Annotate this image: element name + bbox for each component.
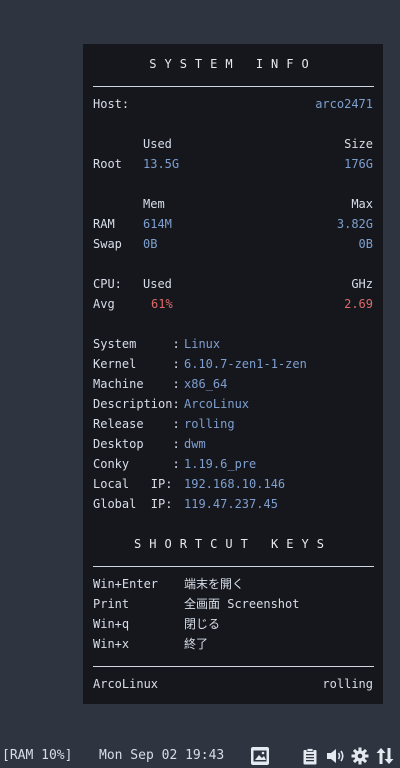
- info-value-local-ip: 192.168.10.146: [184, 477, 286, 491]
- network-icon[interactable]: [375, 747, 395, 765]
- shortcut-key: Win+x: [93, 637, 130, 651]
- info-value-description: ArcoLinux: [184, 397, 250, 411]
- root-label: Root: [93, 157, 122, 171]
- info-value-release: rolling: [184, 417, 235, 431]
- shortcut-action: 閉じる: [184, 617, 221, 631]
- shortcut-action: 全画面 Screenshot: [184, 597, 300, 611]
- clock[interactable]: Mon Sep 02 19:43: [99, 748, 224, 764]
- footer-distro: ArcoLinux: [93, 677, 159, 691]
- info-label-desktop: Desktop :: [93, 437, 180, 451]
- root-used: 13.5G: [143, 157, 180, 171]
- cpu-ghz-header: GHz: [351, 277, 373, 291]
- cpu-avg-label: Avg: [93, 297, 115, 311]
- info-label-kernel: Kernel :: [93, 357, 180, 371]
- image-icon[interactable]: [251, 747, 269, 765]
- system-info-title: SYSTEM INFO: [149, 57, 317, 71]
- conky-panel: SYSTEM INFO Host: arco2471 Used Size Roo…: [83, 44, 383, 704]
- root-size: 176G: [344, 157, 373, 171]
- swap-max: 0B: [358, 237, 373, 251]
- info-label-system: System :: [93, 337, 180, 351]
- divider: [93, 86, 374, 87]
- info-value-desktop: dwm: [184, 437, 206, 451]
- swap-used: 0B: [143, 237, 158, 251]
- info-label-conky: Conky :: [93, 457, 180, 471]
- ram-label: RAM: [93, 217, 115, 231]
- cpu-label: CPU:: [93, 277, 122, 291]
- host-label: Host:: [93, 97, 130, 111]
- divider: [93, 666, 374, 667]
- ram-used: 614M: [143, 217, 172, 231]
- info-label-global-ip: Global IP:: [93, 497, 173, 511]
- shortcut-key: Win+q: [93, 617, 130, 631]
- host-value: arco2471: [315, 97, 373, 111]
- info-value-machine: x86_64: [184, 377, 228, 391]
- clipboard-icon[interactable]: [301, 747, 319, 765]
- shortcut-action: 端末を開く: [184, 577, 245, 591]
- info-value-global-ip: 119.47.237.45: [184, 497, 278, 511]
- info-value-system: Linux: [184, 337, 221, 351]
- info-label-local-ip: Local IP:: [93, 477, 173, 491]
- footer-release: rolling: [322, 677, 373, 691]
- info-value-conky: 1.19.6_pre: [184, 457, 257, 471]
- info-label-release: Release :: [93, 417, 180, 431]
- shortcut-action: 終了: [184, 637, 209, 651]
- shortcut-keys-title: SHORTCUT KEYS: [134, 537, 332, 551]
- shortcut-key: Print: [93, 597, 130, 611]
- max-header: Max: [351, 197, 373, 211]
- cpu-avg-used: 61%: [151, 297, 173, 311]
- mem-header: Mem: [143, 197, 165, 211]
- ram-indicator: [RAM 10%]: [2, 748, 73, 763]
- cpu-used-header: Used: [143, 277, 172, 291]
- ram-max: 3.82G: [336, 217, 373, 231]
- settings-icon[interactable]: [350, 747, 370, 765]
- disk-used-header: Used: [143, 137, 172, 151]
- divider: [93, 566, 374, 567]
- info-label-machine: Machine :: [93, 377, 180, 391]
- swap-label: Swap: [93, 237, 122, 251]
- disk-size-header: Size: [344, 137, 373, 151]
- volume-icon[interactable]: [325, 747, 347, 765]
- cpu-avg-ghz: 2.69: [344, 297, 373, 311]
- info-label-description: Description:: [93, 397, 180, 411]
- shortcut-key: Win+Enter: [93, 577, 159, 591]
- info-value-kernel: 6.10.7-zen1-1-zen: [184, 357, 307, 371]
- status-bar: [RAM 10%] Mon Sep 02 19:43: [0, 744, 400, 768]
